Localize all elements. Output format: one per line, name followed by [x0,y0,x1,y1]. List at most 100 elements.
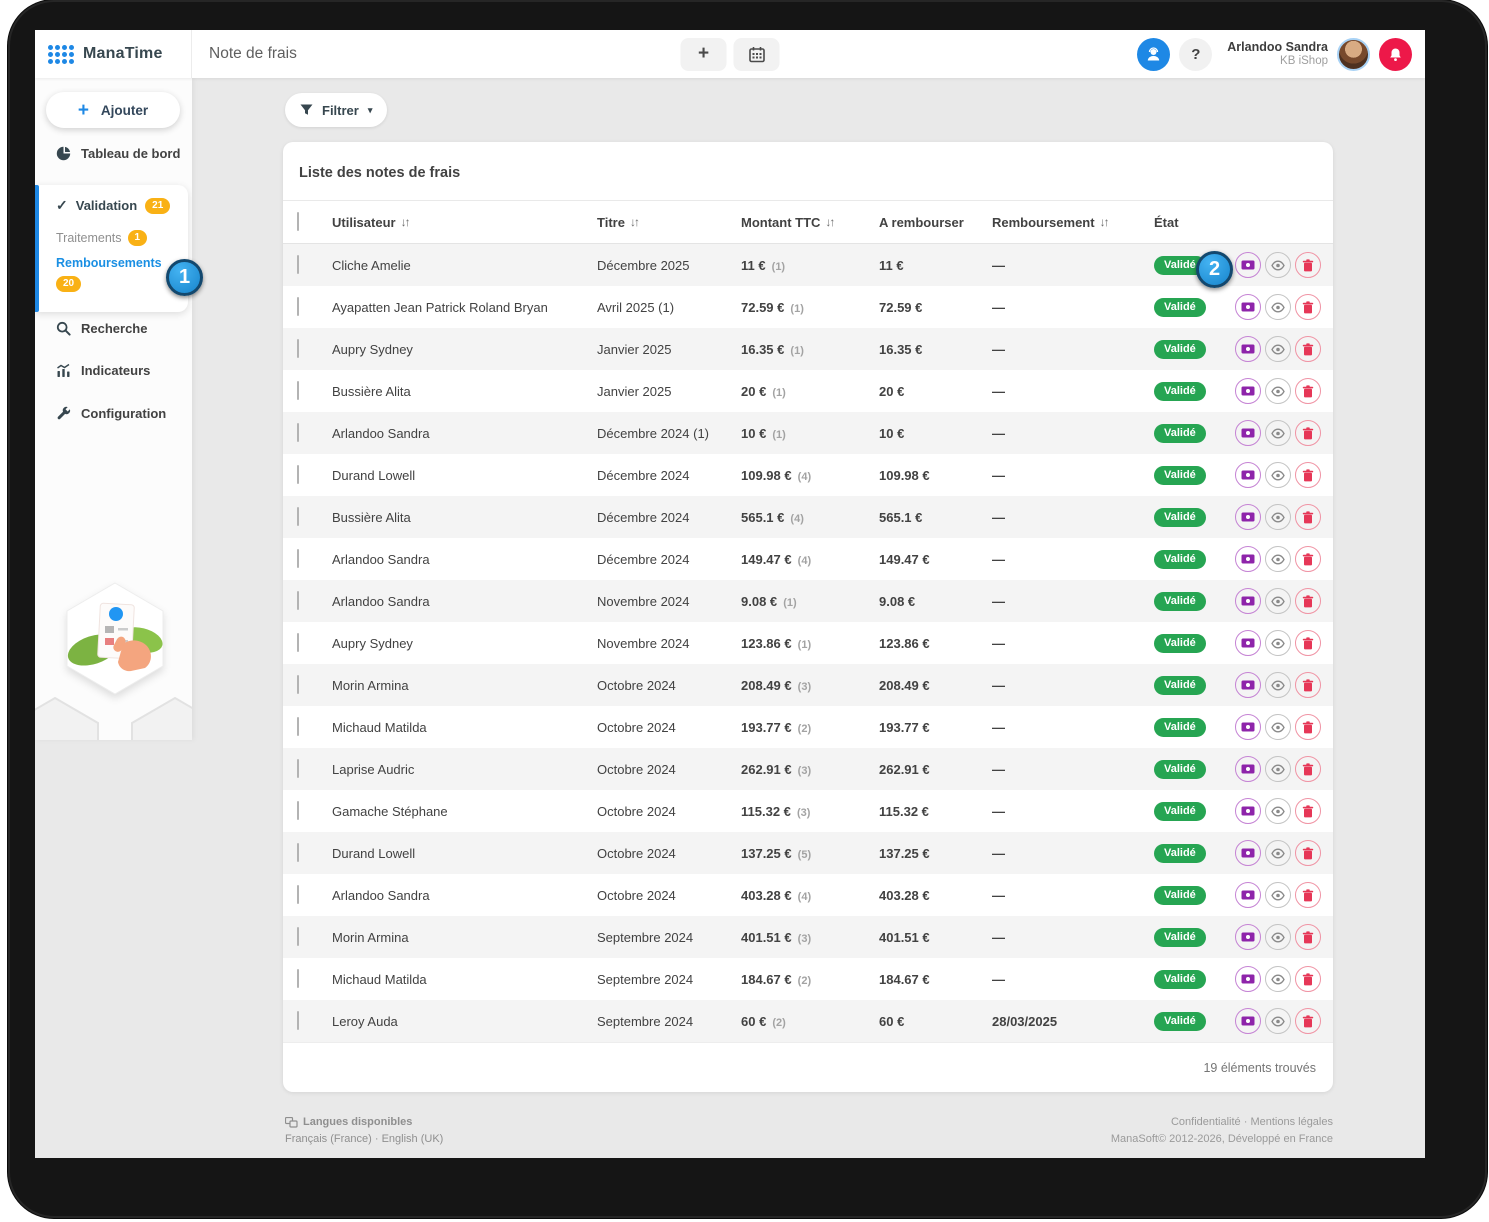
row-checkbox[interactable] [297,675,299,694]
sidebar-item-indicateurs[interactable]: Indicateurs [35,363,192,378]
pay-button[interactable] [1235,882,1261,908]
row-checkbox[interactable] [297,507,299,526]
row-checkbox[interactable] [297,1011,299,1030]
pay-button[interactable] [1235,546,1261,572]
sidebar-item-recherche[interactable]: Recherche [35,321,192,336]
view-button[interactable] [1265,966,1291,992]
delete-button[interactable] [1295,672,1321,698]
view-button[interactable] [1265,840,1291,866]
row-checkbox[interactable] [297,759,299,778]
row-checkbox[interactable] [297,801,299,820]
sidebar-item-remboursements[interactable]: Remboursements 20 [56,256,162,292]
pay-button[interactable] [1235,756,1261,782]
view-button[interactable] [1265,756,1291,782]
column-header-title[interactable]: Titre ↓↑ [597,215,741,230]
delete-button[interactable] [1295,546,1321,572]
filter-button[interactable]: Filtrer ▾ [285,93,388,127]
row-checkbox[interactable] [297,717,299,736]
pay-button[interactable] [1235,294,1261,320]
pay-button[interactable] [1235,252,1261,278]
sidebar-item-configuration[interactable]: Configuration [35,406,192,421]
delete-button[interactable] [1295,966,1321,992]
language-options[interactable]: Français (France) · English (UK) [285,1131,443,1148]
add-button[interactable]: + Ajouter [46,92,180,128]
view-button[interactable] [1265,798,1291,824]
pay-button[interactable] [1235,966,1261,992]
delete-button[interactable] [1295,504,1321,530]
pay-button[interactable] [1235,672,1261,698]
pay-button[interactable] [1235,462,1261,488]
pay-button[interactable] [1235,1008,1261,1034]
pay-button[interactable] [1235,798,1261,824]
sidebar-item-traitements[interactable]: Traitements 1 [56,230,148,246]
delete-button[interactable] [1295,924,1321,950]
row-checkbox[interactable] [297,423,299,442]
view-button[interactable] [1265,924,1291,950]
delete-button[interactable] [1295,882,1321,908]
view-button[interactable] [1265,252,1291,278]
delete-button[interactable] [1295,756,1321,782]
row-checkbox[interactable] [297,339,299,358]
delete-button[interactable] [1295,1008,1321,1034]
view-button[interactable] [1265,714,1291,740]
view-button[interactable] [1265,294,1291,320]
delete-button[interactable] [1295,588,1321,614]
row-checkbox[interactable] [297,549,299,568]
row-checkbox[interactable] [297,633,299,652]
pay-button[interactable] [1235,588,1261,614]
delete-button[interactable] [1295,462,1321,488]
calendar-button[interactable] [733,37,780,71]
view-button[interactable] [1265,420,1291,446]
delete-button[interactable] [1295,378,1321,404]
delete-button[interactable] [1295,294,1321,320]
delete-button[interactable] [1295,630,1321,656]
view-button[interactable] [1265,546,1291,572]
support-button[interactable] [1137,37,1171,71]
sidebar-item-dashboard[interactable]: Tableau de bord [35,146,192,161]
user-block[interactable]: Arlandoo Sandra KB iShop [1227,40,1328,69]
view-button[interactable] [1265,378,1291,404]
row-checkbox[interactable] [297,591,299,610]
view-button[interactable] [1265,672,1291,698]
row-checkbox[interactable] [297,843,299,862]
delete-button[interactable] [1295,252,1321,278]
row-checkbox[interactable] [297,255,299,274]
avatar[interactable] [1337,37,1370,71]
delete-button[interactable] [1295,336,1321,362]
pay-button[interactable] [1235,504,1261,530]
column-header-reimbursement[interactable]: Remboursement ↓↑ [992,215,1154,230]
delete-button[interactable] [1295,420,1321,446]
view-button[interactable] [1265,504,1291,530]
row-checkbox[interactable] [297,927,299,946]
pay-button[interactable] [1235,924,1261,950]
brand-area[interactable]: ManaTime [35,30,192,78]
view-button[interactable] [1265,336,1291,362]
delete-button[interactable] [1295,714,1321,740]
legal-links[interactable]: Confidentialité · Mentions légales [1111,1114,1333,1131]
select-all-checkbox[interactable] [297,212,299,231]
pay-button[interactable] [1235,420,1261,446]
delete-button[interactable] [1295,798,1321,824]
view-button[interactable] [1265,462,1291,488]
row-checkbox[interactable] [297,885,299,904]
add-quick-button[interactable]: + [680,37,727,71]
delete-button[interactable] [1295,840,1321,866]
help-button[interactable]: ? [1179,37,1213,71]
sidebar-item-validation[interactable]: ✓ Validation 21 [56,197,171,214]
view-button[interactable] [1265,588,1291,614]
view-button[interactable] [1265,882,1291,908]
column-header-amount[interactable]: Montant TTC ↓↑ [741,215,879,230]
pay-button[interactable] [1235,336,1261,362]
pay-button[interactable] [1235,378,1261,404]
row-checkbox[interactable] [297,465,299,484]
pay-button[interactable] [1235,630,1261,656]
column-header-user[interactable]: Utilisateur ↓↑ [332,215,597,230]
view-button[interactable] [1265,1008,1291,1034]
logout-button[interactable] [1379,37,1412,71]
pay-button[interactable] [1235,840,1261,866]
row-checkbox[interactable] [297,381,299,400]
row-checkbox[interactable] [297,969,299,988]
view-button[interactable] [1265,630,1291,656]
pay-button[interactable] [1235,714,1261,740]
row-checkbox[interactable] [297,297,299,316]
